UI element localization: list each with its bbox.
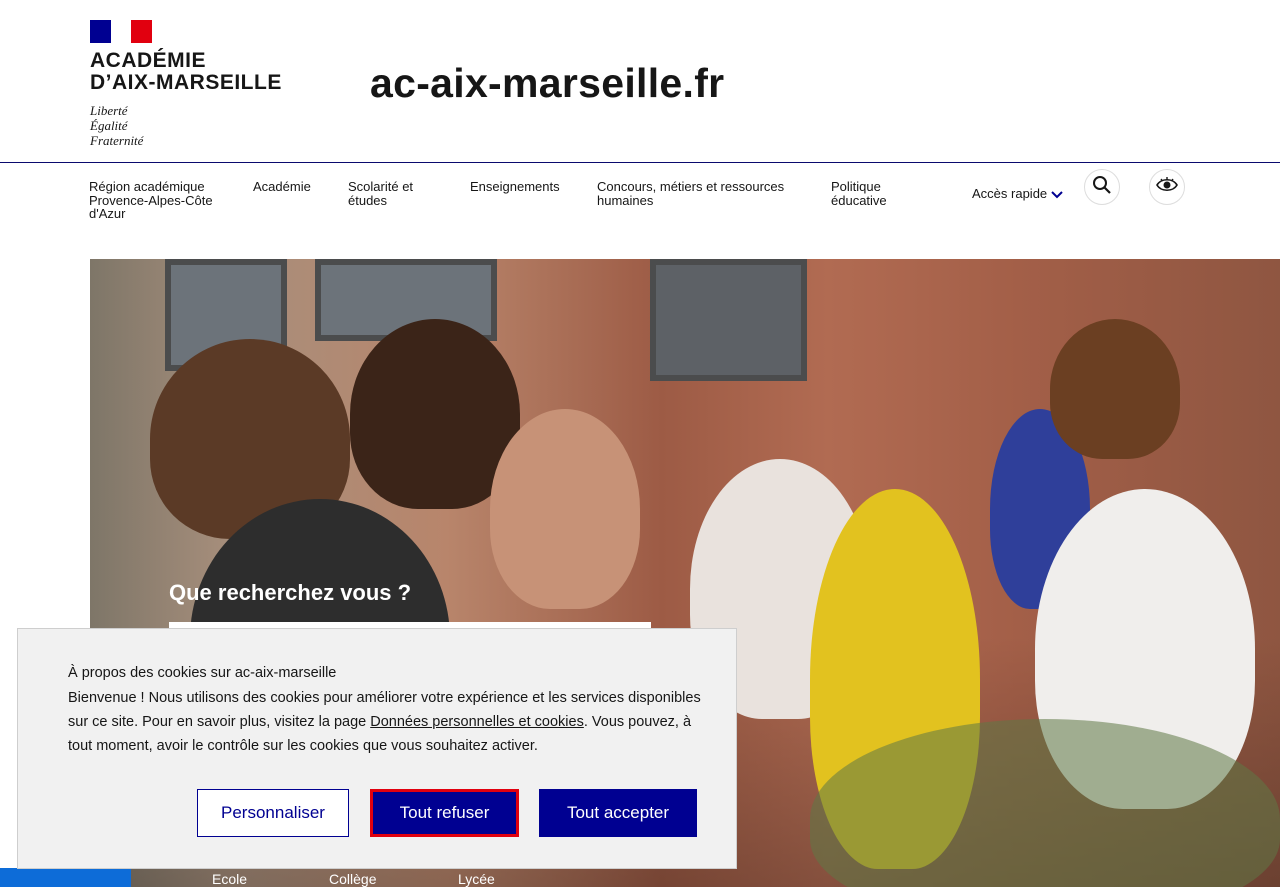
motto-egalite: Égalité [90,118,128,133]
tab-college[interactable]: Collège [329,871,376,887]
level-tabs-bar [0,868,131,887]
cookie-banner-title: À propos des cookies sur ac-aix-marseill… [68,665,337,681]
child-hair [1050,319,1180,459]
site-header: ACADÉMIE D’AIX-MARSEILLE Liberté Égalité… [0,0,1280,163]
eye-icon [1156,176,1178,198]
quick-access-menu[interactable]: Accès rapide [972,185,1063,201]
nav-item-scolarite[interactable]: Scolarité et études [348,180,438,207]
motto-liberte: Liberté [90,103,128,118]
tab-lycee[interactable]: Lycée [458,871,495,887]
main-nav: Région académique Provence-Alpes-Côte d'… [0,163,1280,253]
search-button[interactable] [1084,169,1120,205]
academie-logo[interactable]: ACADÉMIE D’AIX-MARSEILLE Liberté Égalité… [90,20,300,148]
tab-ecole[interactable]: Ecole [212,871,247,887]
nav-item-enseignements[interactable]: Enseignements [470,180,560,194]
logo-title-line2: D’AIX-MARSEILLE [90,71,282,94]
nav-item-region[interactable]: Région académique Provence-Alpes-Côte d'… [89,180,229,221]
hero-window-right [650,259,807,381]
logo-title: ACADÉMIE D’AIX-MARSEILLE [90,50,300,94]
site-name[interactable]: ac-aix-marseille.fr [370,60,724,107]
customize-button[interactable]: Personnaliser [197,789,349,837]
motto-fraternite: Fraternité [90,133,144,148]
chevron-down-icon [1051,186,1063,202]
search-title: Que recherchez vous ? [169,580,412,605]
nav-item-academie[interactable]: Académie [253,180,311,194]
cookie-banner: À propos des cookies sur ac-aix-marseill… [17,628,737,869]
accept-all-button[interactable]: Tout accepter [539,789,697,837]
quick-access-label: Accès rapide [972,185,1048,201]
marianne-flag-icon [90,20,153,43]
logo-title-line1: ACADÉMIE [90,49,207,72]
cookie-banner-text: Bienvenue ! Nous utilisons des cookies p… [68,686,708,758]
nav-item-concours[interactable]: Concours, métiers et ressources humaines [597,180,807,207]
logo-motto: Liberté Égalité Fraternité [90,103,300,148]
nav-item-politique[interactable]: Politique éducative [831,180,921,207]
child-face [490,409,640,609]
search-icon [1092,175,1112,200]
refuse-all-button[interactable]: Tout refuser [370,789,519,837]
privacy-policy-link[interactable]: Données personnelles et cookies [370,714,584,730]
display-settings-button[interactable] [1149,169,1185,205]
